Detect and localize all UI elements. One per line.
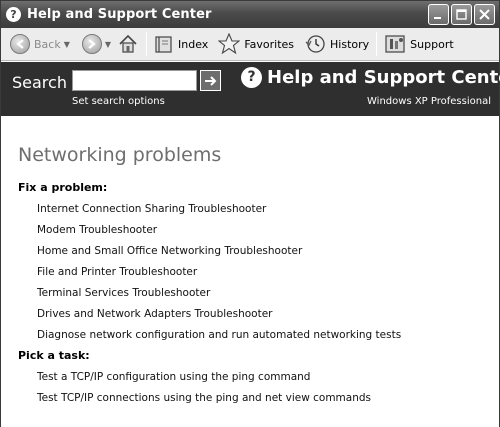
toolbar-separator — [376, 32, 378, 56]
forward-arrow-icon — [81, 34, 102, 54]
home-icon — [119, 34, 137, 53]
history-label: History — [330, 37, 370, 51]
help-icon: ? — [6, 7, 21, 22]
help-window: ? Help and Support Center Back ▼ ▼ Index… — [0, 0, 500, 427]
arrow-right-icon — [204, 75, 216, 86]
content-pane: Networking problems Fix a problem: Inter… — [1, 116, 499, 427]
support-button[interactable]: Support — [381, 28, 456, 60]
forward-dropdown-icon[interactable]: ▼ — [105, 40, 111, 49]
history-clock-icon — [305, 35, 325, 53]
search-label: Search — [12, 73, 67, 92]
window-controls — [428, 4, 495, 25]
header-title: Help and Support Center — [267, 67, 500, 88]
minimize-button[interactable] — [428, 4, 449, 25]
toolbar-separator — [146, 32, 148, 56]
support-icon — [385, 35, 405, 53]
topic-link[interactable]: Test a TCP/IP configuration using the pi… — [37, 371, 310, 383]
maximize-icon — [456, 9, 467, 20]
topic-link[interactable]: Terminal Services Troubleshooter — [37, 287, 210, 299]
section-heading: Fix a problem: — [18, 181, 108, 194]
search-go-button[interactable] — [200, 70, 221, 91]
star-icon — [218, 33, 241, 55]
topic-link[interactable]: Diagnose network configuration and run a… — [37, 329, 401, 341]
help-icon: ? — [241, 67, 262, 88]
index-label: Index — [178, 37, 209, 51]
topic-link[interactable]: Internet Connection Sharing Troubleshoot… — [37, 203, 266, 215]
search-header: Search Set search options ? Help and Sup… — [1, 62, 500, 116]
section-heading: Pick a task: — [18, 349, 90, 362]
minimize-icon — [434, 17, 441, 19]
favorites-label: Favorites — [244, 37, 295, 51]
maximize-button[interactable] — [451, 4, 472, 25]
back-dropdown-icon[interactable]: ▼ — [64, 40, 70, 49]
search-options-link[interactable]: Set search options — [72, 96, 165, 107]
home-button[interactable] — [114, 28, 142, 60]
topic-link[interactable]: Test TCP/IP connections using the ping a… — [37, 392, 371, 404]
forward-button[interactable]: ▼ — [79, 28, 114, 60]
support-label: Support — [410, 37, 454, 51]
topic-link[interactable]: Modem Troubleshooter — [37, 224, 157, 236]
topic-link[interactable]: File and Printer Troubleshooter — [37, 266, 197, 278]
window-title: Help and Support Center — [27, 7, 212, 22]
topic-link[interactable]: Drives and Network Adapters Troubleshoot… — [37, 308, 272, 320]
history-button[interactable]: History — [301, 28, 372, 60]
search-input[interactable] — [72, 70, 197, 91]
index-button[interactable]: Index — [151, 28, 211, 60]
topic-link[interactable]: Home and Small Office Networking Trouble… — [37, 245, 302, 257]
edition-label: Windows XP Professional — [367, 96, 491, 107]
title-bar: ? Help and Support Center — [1, 1, 499, 28]
back-button[interactable]: Back ▼ — [7, 28, 73, 60]
back-arrow-icon — [10, 34, 30, 54]
book-icon — [155, 36, 172, 53]
close-icon — [479, 9, 490, 20]
page-title: Networking problems — [18, 144, 222, 166]
back-label: Back — [34, 37, 61, 51]
favorites-button[interactable]: Favorites — [215, 28, 297, 60]
close-button[interactable] — [474, 4, 495, 25]
toolbar: Back ▼ ▼ Index Favorites History Support — [1, 28, 499, 61]
